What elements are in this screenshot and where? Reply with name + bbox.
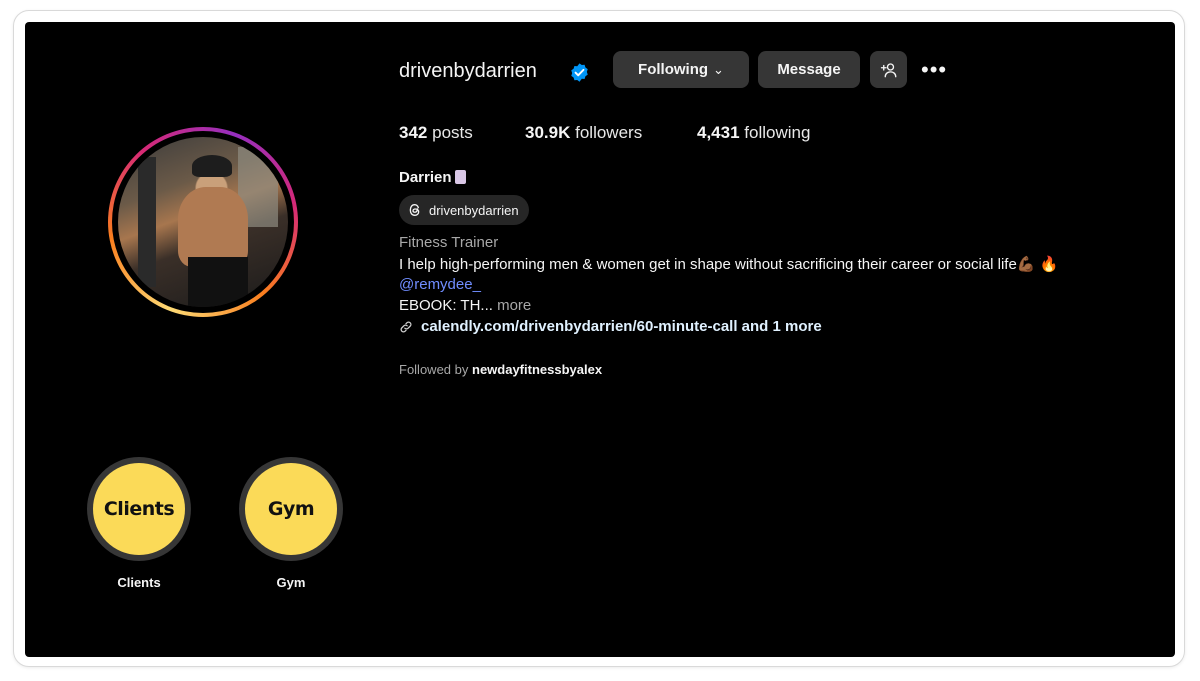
highlight-cover: Clients xyxy=(93,463,185,555)
bio-mention-link[interactable]: @remydee_ xyxy=(399,276,481,293)
threads-handle: drivenbydarrien xyxy=(429,202,519,218)
following-stat[interactable]: 4,431 following xyxy=(697,123,810,143)
highlight-cover: Gym xyxy=(245,463,337,555)
message-button-label: Message xyxy=(777,61,841,78)
link-icon xyxy=(400,321,412,332)
threads-icon xyxy=(409,203,420,217)
following-button[interactable]: Following ⌄ xyxy=(613,51,749,88)
avatar-photo xyxy=(118,137,288,307)
bio-ebook-line: EBOOK: TH... more xyxy=(399,297,531,314)
followed-by-user: newdayfitnessbyalex xyxy=(472,362,603,377)
following-label: following xyxy=(744,123,811,142)
following-button-label: Following xyxy=(638,61,709,78)
followers-stat[interactable]: 30.9K followers xyxy=(525,123,642,143)
bio-more-link[interactable]: more xyxy=(497,297,531,314)
threads-badge[interactable]: drivenbydarrien xyxy=(399,195,529,225)
message-button[interactable]: Message xyxy=(758,51,860,88)
highlight-cover-text: Gym xyxy=(267,498,315,520)
profile-category: Fitness Trainer xyxy=(399,234,499,251)
highlight-label: Clients xyxy=(117,575,161,590)
profile-page: drivenbydarrien Following ⌄ Message ••• … xyxy=(25,22,1175,657)
highlight-gym[interactable]: Gym Gym xyxy=(239,457,343,590)
followers-label: followers xyxy=(575,123,643,142)
bio-text: I help high-performing men & women get i… xyxy=(399,256,1059,273)
full-name-text: Darrien xyxy=(399,169,452,186)
add-user-icon xyxy=(880,62,896,77)
ebook-text: EBOOK: TH... xyxy=(399,297,493,314)
more-options-icon[interactable]: ••• xyxy=(921,59,947,81)
followed-by[interactable]: Followed by newdayfitnessbyalex xyxy=(399,362,602,377)
profile-username: drivenbydarrien xyxy=(399,60,537,82)
posts-label: posts xyxy=(432,123,473,142)
highlight-ring: Gym xyxy=(239,457,343,561)
highlight-ring: Clients xyxy=(87,457,191,561)
highlight-clients[interactable]: Clients Clients xyxy=(87,457,191,590)
highlight-cover-text: Clients xyxy=(103,498,175,520)
posts-stat: 342 posts xyxy=(399,123,473,143)
profile-full-name: Darrien xyxy=(399,169,466,186)
link-text: calendly.com/drivenbydarrien/60-minute-c… xyxy=(421,318,822,335)
emoji-icon xyxy=(454,170,466,184)
bio-external-link[interactable]: calendly.com/drivenbydarrien/60-minute-c… xyxy=(399,318,822,335)
followed-by-prefix: Followed by xyxy=(399,362,469,377)
following-count: 4,431 xyxy=(697,123,740,142)
highlight-label: Gym xyxy=(276,575,306,590)
profile-avatar[interactable] xyxy=(108,127,298,317)
avatar-gap xyxy=(112,131,294,313)
posts-count: 342 xyxy=(399,123,428,142)
suggested-users-button[interactable] xyxy=(870,51,907,88)
chevron-down-icon: ⌄ xyxy=(713,61,724,77)
followers-count: 30.9K xyxy=(525,123,571,142)
verified-badge-icon xyxy=(571,63,588,82)
